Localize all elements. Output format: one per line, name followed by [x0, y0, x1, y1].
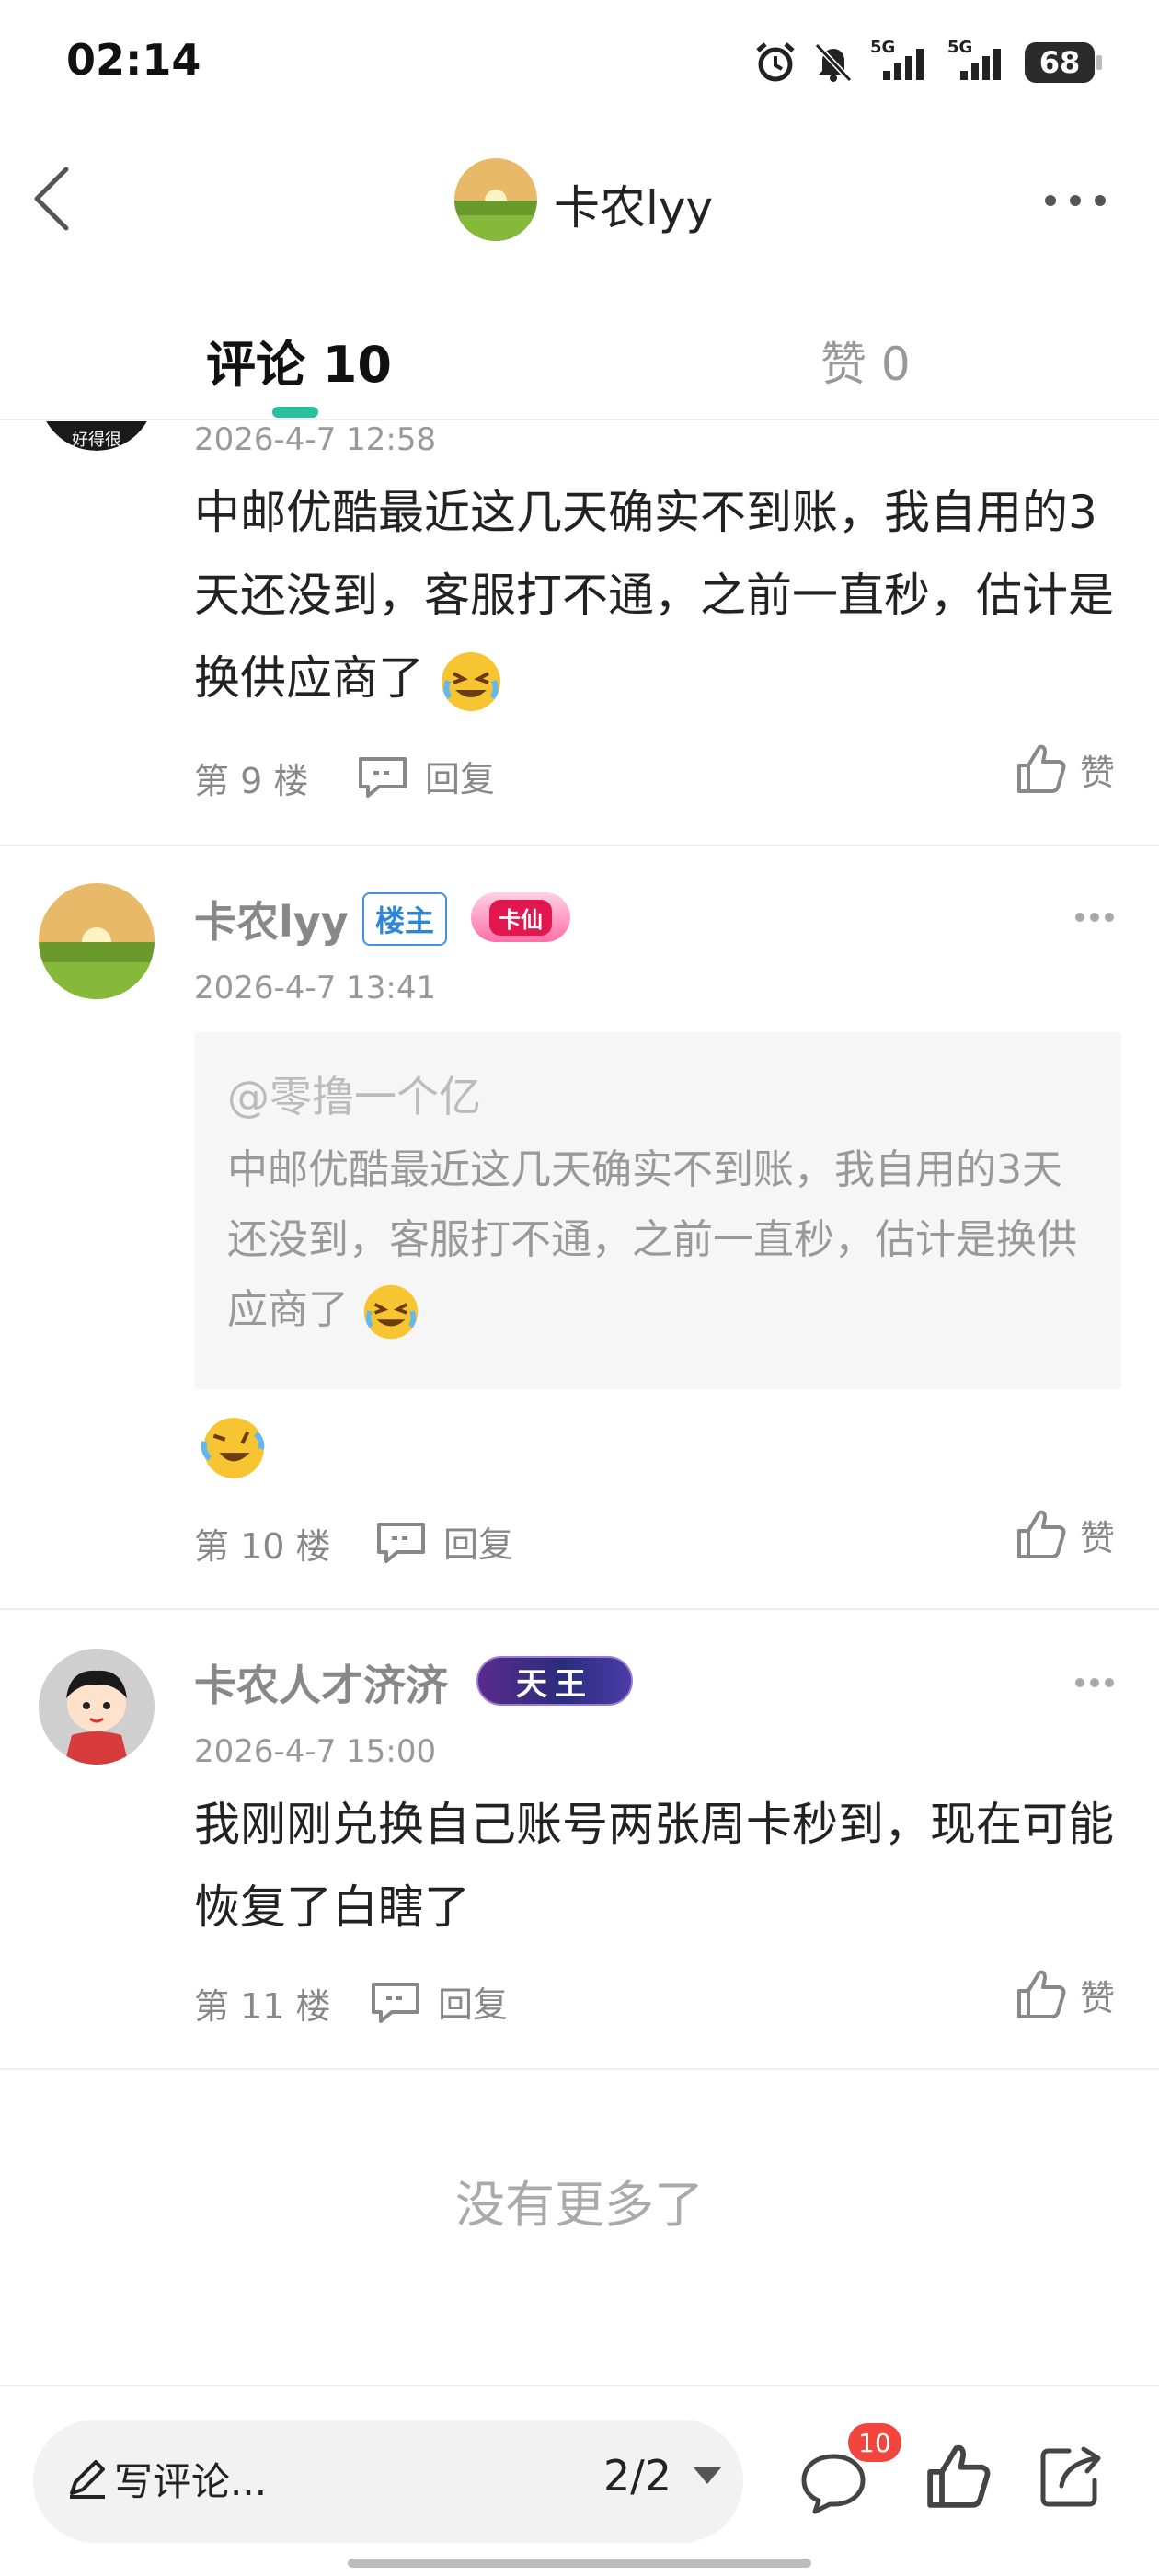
reply-icon: [377, 1522, 425, 1563]
commenter-avatar[interactable]: [39, 883, 155, 999]
signal-icon-1: 5G: [870, 38, 931, 84]
avatar-text: 好得很: [72, 431, 121, 450]
home-indicator[interactable]: [348, 2559, 811, 2568]
laughing-crying-emoji-icon: [441, 651, 500, 711]
comment-divider: [0, 845, 1159, 846]
comment-date: 2026-4-7 12:58: [194, 421, 437, 458]
floor-number: 第 11 楼: [194, 1986, 331, 2027]
reply-label: 回复: [438, 1984, 509, 2025]
alarm-icon: [756, 42, 795, 82]
thumbs-up-icon: [1017, 744, 1066, 793]
laughing-crying-emoji-icon: [363, 1284, 419, 1340]
commenter-username[interactable]: 卡农人才济济: [194, 1652, 448, 1713]
level-badge: 天王: [476, 1656, 633, 1706]
like-label: 赞: [1080, 752, 1116, 793]
more-horizontal-icon[interactable]: [1043, 190, 1107, 212]
status-icons: 5G 5G 68: [754, 37, 1102, 88]
thumbs-up-icon[interactable]: [925, 2444, 992, 2510]
reply-label: 回复: [443, 1524, 514, 1565]
like-button[interactable]: 赞: [1016, 1509, 1115, 1560]
share-icon[interactable]: [1036, 2442, 1106, 2512]
reply-label: 回复: [425, 759, 496, 799]
status-time: 02:14: [66, 35, 201, 85]
quoted-comment: @零撸一个亿 中邮优酷最近这几天确实不到账，我自用的3天还没到，客服打不通，之前…: [194, 1032, 1121, 1389]
reply-button[interactable]: 回复: [375, 1516, 513, 1567]
commenter-avatar[interactable]: [39, 1649, 155, 1765]
comment-date: 2026-4-7 13:41: [194, 970, 437, 1006]
comment-count-badge: 10: [848, 2423, 901, 2462]
comment-content: 我刚刚兑换自己账号两张周卡秒到，现在可能恢复了白瞎了: [194, 1798, 1114, 1934]
back-icon[interactable]: [26, 162, 81, 236]
floor-number: 第 9 楼: [194, 761, 309, 801]
rolling-laughing-emoji-icon: [201, 1418, 265, 1478]
reply-button[interactable]: 回复: [370, 1976, 508, 2027]
quoted-text: 中邮优酷最近这几天确实不到账，我自用的3天还没到，客服打不通，之前一直秒，估计是…: [227, 1135, 1083, 1345]
composer-placeholder[interactable]: 写评论...: [114, 2451, 267, 2507]
comment-more-icon[interactable]: [1074, 911, 1115, 924]
comment-text: 中邮优酷最近这几天确实不到账，我自用的3天还没到，客服打不通，之前一直秒，估计是…: [194, 486, 1114, 705]
header-avatar[interactable]: [454, 158, 537, 241]
owner-badge: 楼主: [362, 892, 448, 946]
like-label: 赞: [1080, 1977, 1116, 2018]
level-badge: 卡仙: [471, 892, 570, 942]
level-badge-label: 卡仙: [489, 899, 552, 936]
comment-date: 2026-4-7 15:00: [194, 1733, 437, 1770]
comment-divider: [0, 1608, 1159, 1610]
page-indicator[interactable]: 2/2: [603, 2451, 671, 2501]
commenter-avatar[interactable]: 好得很: [39, 421, 155, 451]
page-title: 卡农lyy: [554, 181, 714, 235]
bottom-bar-divider: [0, 2385, 1159, 2386]
like-button[interactable]: 赞: [1016, 743, 1115, 795]
caret-down-icon[interactable]: [692, 2466, 723, 2486]
commenter-username[interactable]: 卡农lyy: [194, 889, 349, 949]
thumbs-up-icon: [1017, 1510, 1066, 1558]
comment-more-icon[interactable]: [1074, 1676, 1115, 1689]
active-tab-indicator: [272, 407, 318, 418]
signal-icon-2: 5G: [947, 38, 1008, 84]
mute-notification-icon: [814, 42, 853, 83]
comment-divider: [0, 2068, 1159, 2070]
tab-likes[interactable]: 赞 0: [820, 328, 911, 394]
pen-icon: [70, 2460, 105, 2499]
tab-comments[interactable]: 评论 10: [206, 324, 392, 397]
comment-content: 中邮优酷最近这几天确实不到账，我自用的3天还没到，客服打不通，之前一直秒，估计是…: [194, 471, 1123, 719]
reply-button[interactable]: 回复: [357, 751, 495, 801]
like-label: 赞: [1080, 1517, 1116, 1558]
quoted-text-content: 中邮优酷最近这几天确实不到账，我自用的3天还没到，客服打不通，之前一直秒，估计是…: [227, 1146, 1077, 1333]
battery-indicator: 68: [1025, 42, 1102, 83]
tabs-divider: [0, 419, 1159, 420]
reply-icon: [372, 1982, 419, 2023]
thumbs-up-icon: [1017, 1970, 1066, 2018]
floor-number: 第 10 楼: [194, 1526, 331, 1567]
quoted-username: @零撸一个亿: [227, 1072, 481, 1121]
like-button[interactable]: 赞: [1016, 1969, 1115, 2020]
no-more-text: 没有更多了: [455, 2176, 704, 2234]
reply-icon: [359, 756, 407, 798]
